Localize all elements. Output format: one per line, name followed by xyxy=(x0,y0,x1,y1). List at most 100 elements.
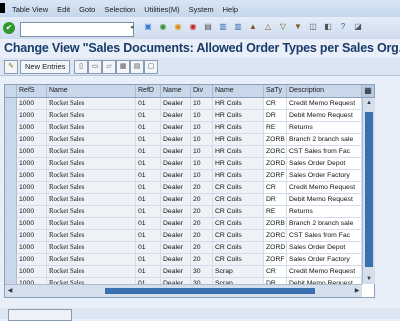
cell-description[interactable]: Sales Order Factory xyxy=(287,170,362,182)
cell-description[interactable]: Debit Memo Request xyxy=(287,110,362,122)
print-icon[interactable]: ▤ xyxy=(202,21,214,33)
undo-change-icon[interactable]: ▱ xyxy=(102,60,116,74)
cell-refs[interactable]: 1000 xyxy=(17,206,47,218)
cell-saty[interactable]: ZORB xyxy=(264,218,287,230)
cell-div[interactable]: 10 xyxy=(191,170,213,182)
cell-description[interactable]: Credit Memo Request xyxy=(287,182,362,194)
cell-div[interactable]: 10 xyxy=(191,146,213,158)
select-block-icon[interactable]: ▤ xyxy=(130,60,144,74)
help-icon[interactable]: ? xyxy=(337,21,349,33)
scroll-up-icon[interactable]: ▲ xyxy=(363,98,375,108)
cell-refs[interactable]: 1000 xyxy=(17,194,47,206)
cell-description[interactable]: CST Sales from Fac xyxy=(287,146,362,158)
cell-div[interactable]: 10 xyxy=(191,110,213,122)
cell-refd[interactable]: 01 xyxy=(136,230,161,242)
cell-dealer-name[interactable]: Dealer xyxy=(161,98,191,110)
cell-name[interactable]: Rocket Sales xyxy=(47,170,136,182)
cell-division-name[interactable]: HR Coils xyxy=(213,146,264,158)
cell-refs[interactable]: 1000 xyxy=(17,218,47,230)
cell-name[interactable]: Rocket Sales xyxy=(47,206,136,218)
cell-refd[interactable]: 01 xyxy=(136,182,161,194)
row-selector[interactable] xyxy=(5,170,17,182)
cell-description[interactable]: Branch 2 branch sale xyxy=(287,134,362,146)
cell-refs[interactable]: 1000 xyxy=(17,182,47,194)
horizontal-scrollbar[interactable]: ◀ ▶ xyxy=(5,284,362,297)
cell-refs[interactable]: 1000 xyxy=(17,122,47,134)
cell-name[interactable]: Rocket Sales xyxy=(47,266,136,278)
cell-dealer-name[interactable]: Dealer xyxy=(161,266,191,278)
row-selector[interactable] xyxy=(5,182,17,194)
menu-help[interactable]: Help xyxy=(223,5,238,14)
row-selector[interactable] xyxy=(5,146,17,158)
cell-division-name[interactable]: CR Coils xyxy=(213,230,264,242)
row-selector[interactable] xyxy=(5,122,17,134)
cell-saty[interactable]: CR xyxy=(264,182,287,194)
find-icon[interactable]: ▥ xyxy=(217,21,229,33)
select-all-column-header[interactable] xyxy=(5,85,17,97)
cell-refs[interactable]: 1000 xyxy=(17,266,47,278)
exit-icon[interactable]: ◉ xyxy=(172,21,184,33)
column-header-name[interactable]: Name xyxy=(47,85,136,97)
customize-layout-icon[interactable]: ◪ xyxy=(352,21,364,33)
cell-div[interactable]: 10 xyxy=(191,122,213,134)
delete-icon[interactable]: ▭ xyxy=(88,60,102,74)
row-selector[interactable] xyxy=(5,242,17,254)
cell-refd[interactable]: 01 xyxy=(136,242,161,254)
deselect-all-icon[interactable]: ▢ xyxy=(144,60,158,74)
display-change-icon[interactable]: ✎ xyxy=(4,60,18,74)
enter-check-icon[interactable]: ✔ xyxy=(3,22,15,34)
column-header-description[interactable]: Description xyxy=(287,85,362,97)
cell-div[interactable]: 20 xyxy=(191,206,213,218)
cell-refs[interactable]: 1000 xyxy=(17,170,47,182)
cell-name[interactable]: Rocket Sales xyxy=(47,134,136,146)
cell-name[interactable]: Rocket Sales xyxy=(47,254,136,266)
last-page-icon[interactable]: ▼ xyxy=(292,21,304,33)
cell-refd[interactable]: 01 xyxy=(136,98,161,110)
cell-div[interactable]: 20 xyxy=(191,254,213,266)
new-session-icon[interactable]: ◫ xyxy=(307,21,319,33)
row-selector[interactable] xyxy=(5,134,17,146)
cell-refd[interactable]: 01 xyxy=(136,146,161,158)
shortcut-icon[interactable]: ◧ xyxy=(322,21,334,33)
cell-dealer-name[interactable]: Dealer xyxy=(161,110,191,122)
cell-div[interactable]: 20 xyxy=(191,194,213,206)
cell-dealer-name[interactable]: Dealer xyxy=(161,122,191,134)
cancel-icon[interactable]: ◉ xyxy=(187,21,199,33)
row-selector[interactable] xyxy=(5,98,17,110)
first-page-icon[interactable]: ▲ xyxy=(247,21,259,33)
position-button[interactable] xyxy=(8,309,72,321)
cell-saty[interactable]: RE xyxy=(264,122,287,134)
cell-saty[interactable]: CR xyxy=(264,98,287,110)
cell-division-name[interactable]: Scrap xyxy=(213,266,264,278)
cell-dealer-name[interactable]: Dealer xyxy=(161,218,191,230)
cell-dealer-name[interactable]: Dealer xyxy=(161,230,191,242)
row-selector[interactable] xyxy=(5,110,17,122)
cell-refs[interactable]: 1000 xyxy=(17,254,47,266)
cell-refs[interactable]: 1000 xyxy=(17,110,47,122)
cell-name[interactable]: Rocket Sales xyxy=(47,98,136,110)
previous-page-icon[interactable]: △ xyxy=(262,21,274,33)
cell-dealer-name[interactable]: Dealer xyxy=(161,242,191,254)
column-header-refs[interactable]: RefS xyxy=(17,85,47,97)
row-selector[interactable] xyxy=(5,254,17,266)
cell-description[interactable]: Returns xyxy=(287,206,362,218)
cell-div[interactable]: 20 xyxy=(191,182,213,194)
cell-division-name[interactable]: HR Coils xyxy=(213,98,264,110)
cell-refd[interactable]: 01 xyxy=(136,110,161,122)
cell-div[interactable]: 10 xyxy=(191,98,213,110)
cell-name[interactable]: Rocket Sales xyxy=(47,122,136,134)
cell-saty[interactable]: ZORF xyxy=(264,254,287,266)
cell-refd[interactable]: 01 xyxy=(136,158,161,170)
column-header-name[interactable]: Name xyxy=(161,85,191,97)
cell-description[interactable]: Credit Memo Request xyxy=(287,98,362,110)
cell-refd[interactable]: 01 xyxy=(136,206,161,218)
cell-description[interactable]: CST Sales from Fac xyxy=(287,230,362,242)
cell-saty[interactable]: ZORD xyxy=(264,242,287,254)
cell-name[interactable]: Rocket Sales xyxy=(47,242,136,254)
cell-div[interactable]: 10 xyxy=(191,158,213,170)
cell-dealer-name[interactable]: Dealer xyxy=(161,254,191,266)
cell-description[interactable]: Credit Memo Request xyxy=(287,266,362,278)
column-header-name[interactable]: Name xyxy=(213,85,264,97)
cell-division-name[interactable]: CR Coils xyxy=(213,218,264,230)
command-field[interactable] xyxy=(20,22,134,37)
